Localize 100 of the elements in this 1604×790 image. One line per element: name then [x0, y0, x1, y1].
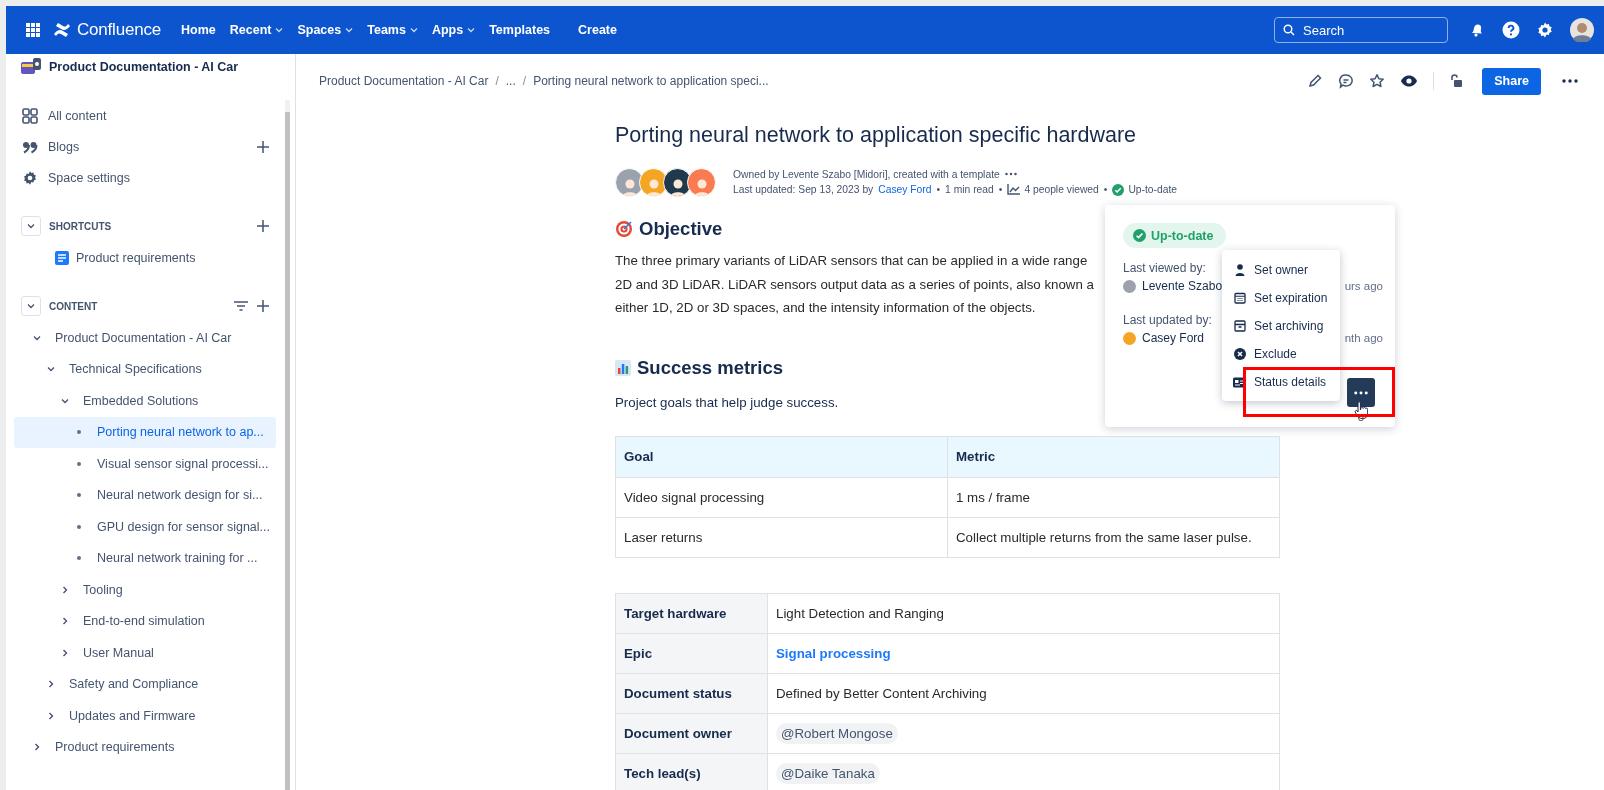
more-icon[interactable]: [1004, 172, 1017, 176]
hand-cursor-icon: [1354, 401, 1368, 421]
app-switcher-icon[interactable]: [26, 23, 40, 37]
breadcrumb-link[interactable]: Porting neural network to application speci...: [533, 74, 769, 88]
chevron-right-icon[interactable]: [34, 743, 40, 752]
page-tree-item[interactable]: User Manual: [14, 637, 276, 669]
user-name[interactable]: Casey Ford: [1142, 331, 1205, 345]
sidebar-link[interactable]: Space settings: [22, 169, 130, 186]
epic-link[interactable]: Signal processing: [776, 645, 891, 661]
column-header: Goal: [615, 436, 948, 477]
chevron-right-icon[interactable]: [62, 585, 68, 594]
shortcut-link[interactable]: Product requirements: [6, 242, 285, 273]
collapse-toggle[interactable]: [21, 296, 41, 316]
quote-icon: [22, 139, 38, 154]
space-name[interactable]: Product Documentation - AI Car: [49, 60, 239, 74]
page-tree-item[interactable]: Product Documentation - AI Car: [14, 322, 276, 354]
status-link[interactable]: Up-to-date: [1112, 183, 1178, 196]
add-icon[interactable]: [257, 300, 269, 312]
nav-menu-item[interactable]: Home: [175, 17, 222, 43]
watch-icon[interactable]: [1400, 73, 1419, 89]
bullet-icon: [77, 430, 81, 435]
chevron-right-icon[interactable]: [62, 617, 68, 626]
chevron-right-icon[interactable]: [62, 648, 68, 657]
breadcrumb-separator: /: [522, 74, 527, 88]
menu-item[interactable]: Set archiving: [1222, 312, 1340, 340]
avatar[interactable]: [663, 167, 692, 197]
avatar[interactable]: [639, 167, 668, 197]
breadcrumb-link[interactable]: ...: [505, 74, 516, 88]
unlocked-padlock-icon[interactable]: [1449, 73, 1464, 89]
settings-icon[interactable]: [1536, 21, 1554, 39]
nav-menu-item[interactable]: Templates: [483, 17, 557, 43]
nav-menu-item[interactable]: Teams: [361, 17, 424, 43]
page-tree-item[interactable]: Tooling: [14, 574, 276, 606]
chevron-down-icon: [27, 303, 35, 309]
separator-dot: •: [998, 184, 1003, 195]
row-header: Target hardware: [615, 593, 768, 633]
logo-icon[interactable]: [53, 22, 71, 38]
user-name[interactable]: Levente Szabo: [1142, 279, 1223, 293]
edit-icon[interactable]: [1307, 73, 1324, 89]
page-tree-item[interactable]: Safety and Compliance: [14, 668, 276, 700]
product-name[interactable]: Confluence: [77, 20, 161, 40]
sidebar-link[interactable]: Blogs: [22, 139, 80, 154]
line-chart-icon: [1007, 184, 1021, 195]
nav-menu-item[interactable]: Recent: [223, 17, 290, 43]
chevron-down-icon: [27, 223, 35, 229]
share-button[interactable]: Share: [1482, 67, 1541, 95]
time-text: urs ago: [1344, 280, 1383, 292]
gear-icon[interactable]: [22, 169, 38, 186]
nav-menu-item[interactable]: Apps: [425, 17, 482, 43]
help-icon[interactable]: [1502, 21, 1520, 39]
row-header: Epic: [615, 633, 768, 673]
space-logo-icon[interactable]: [21, 58, 41, 76]
page-tree-item[interactable]: Updates and Firmware: [14, 700, 276, 732]
separator-dot: •: [936, 184, 941, 195]
page-tree-item[interactable]: Product requirements: [14, 731, 276, 763]
page-tree-item[interactable]: Technical Specifications: [14, 353, 276, 385]
page-tree-item[interactable]: Porting neural network to ap...: [14, 416, 276, 448]
menu-item[interactable]: Set expiration: [1222, 284, 1340, 312]
add-icon[interactable]: [257, 140, 269, 153]
user-mention[interactable]: @Daike Tanaka: [776, 762, 880, 784]
page-tree-item[interactable]: Embedded Solutions: [14, 385, 276, 417]
more-icon[interactable]: [1562, 79, 1578, 83]
calendar-icon: [1233, 292, 1246, 304]
intro-text: Project goals that help judge success.: [615, 393, 840, 412]
page-tree-item[interactable]: Visual sensor signal processi...: [14, 448, 276, 480]
chevron-down-icon: [409, 27, 418, 33]
chevron-right-icon[interactable]: [48, 680, 54, 689]
paragraph-line: The three primary variants of LiDAR sensors that can be applied in a wide range: [615, 252, 1088, 270]
star-icon[interactable]: [1369, 73, 1386, 89]
bullet-icon: [77, 493, 81, 498]
more-button[interactable]: [1347, 378, 1375, 407]
comment-icon[interactable]: [1338, 73, 1355, 89]
create-button[interactable]: Create: [572, 17, 623, 43]
person-icon: [1234, 264, 1245, 276]
breadcrumb-link[interactable]: Product Documentation - AI Car: [319, 74, 489, 88]
nav-menu-item[interactable]: Spaces: [291, 17, 360, 43]
page-tree-item[interactable]: Neural network design for si...: [14, 479, 276, 511]
profile-avatar[interactable]: [1570, 18, 1594, 42]
page-tree-item[interactable]: End-to-end simulation: [14, 605, 276, 637]
chevron-right-icon[interactable]: [48, 711, 54, 720]
menu-item[interactable]: Exclude: [1222, 340, 1340, 368]
row-header: Tech lead(s): [615, 753, 768, 790]
section-heading: Success metrics: [637, 355, 784, 380]
views-link[interactable]: 4 people viewed: [1007, 184, 1099, 195]
page-tree-item[interactable]: Neural network training for ...: [14, 542, 276, 574]
filter-icon[interactable]: [233, 300, 249, 312]
add-icon[interactable]: [257, 220, 269, 232]
user-mention[interactable]: @Robert Mongose: [776, 722, 898, 744]
owner-text: Owned by Levente Szabo [Midori], created with a template: [733, 168, 1000, 180]
page-tree-item[interactable]: GPU design for sensor signal...: [14, 511, 276, 543]
search-field[interactable]: Search: [1274, 17, 1448, 43]
collapse-toggle[interactable]: [21, 216, 41, 236]
menu-item[interactable]: Set owner: [1222, 256, 1340, 284]
sidebar-link[interactable]: All content: [22, 107, 107, 124]
more-icon[interactable]: [1354, 390, 1368, 395]
table-cell: Light Detection and Ranging: [767, 593, 1280, 633]
bar-chart-icon: [615, 359, 631, 376]
menu-item[interactable]: Status details: [1222, 368, 1340, 396]
grid-icon: [22, 107, 38, 124]
author-link[interactable]: Casey Ford: [878, 184, 932, 195]
